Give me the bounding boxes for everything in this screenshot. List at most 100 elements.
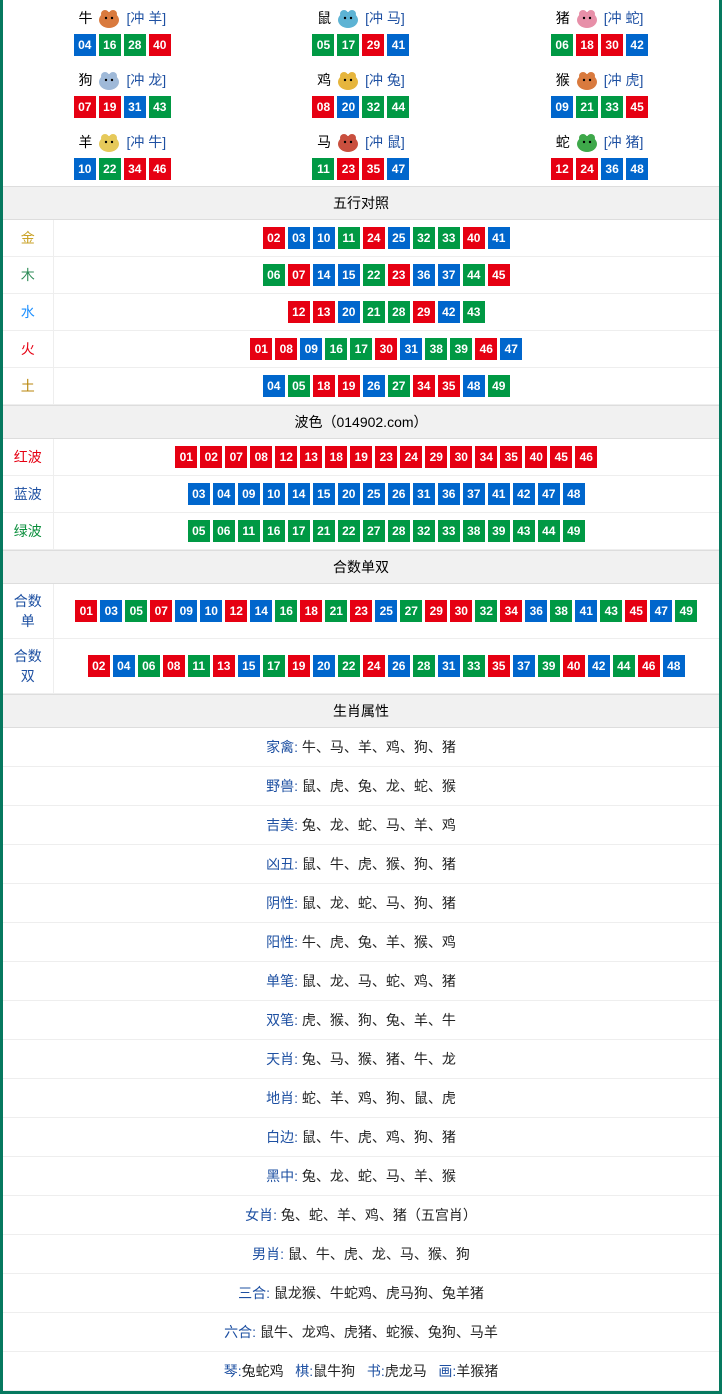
number-ball: 41 xyxy=(488,227,510,249)
number-ball: 42 xyxy=(513,483,535,505)
attr-value: 虎、猴、狗、兔、羊、牛 xyxy=(298,1012,456,1028)
attr-label: 黑中: xyxy=(266,1168,298,1184)
number-ball: 20 xyxy=(313,655,335,677)
number-ball: 06 xyxy=(213,520,235,542)
table-row: 绿波05061116172122272832333839434449 xyxy=(3,513,719,550)
number-ball: 32 xyxy=(362,96,384,118)
bose-table: 红波0102070812131819232429303435404546蓝波03… xyxy=(3,439,719,550)
number-ball: 39 xyxy=(538,655,560,677)
section-header-bose: 波色（014902.com） xyxy=(3,405,719,439)
zodiac-cell: 鸡[冲 兔]08203244 xyxy=(242,62,481,124)
number-ball: 12 xyxy=(288,301,310,323)
number-ball: 01 xyxy=(175,446,197,468)
zodiac-chong: [冲 蛇] xyxy=(604,8,644,28)
number-ball: 08 xyxy=(163,655,185,677)
number-ball: 09 xyxy=(175,600,197,622)
row-nums: 1213202128294243 xyxy=(53,294,719,331)
attr-label: 单笔: xyxy=(266,973,298,989)
number-ball: 19 xyxy=(350,446,372,468)
number-ball: 48 xyxy=(563,483,585,505)
zodiac-name: 狗 xyxy=(78,70,92,90)
number-ball: 44 xyxy=(613,655,635,677)
attr-value: 兔、马、猴、猪、牛、龙 xyxy=(298,1051,456,1067)
attr-label: 凶丑: xyxy=(266,856,298,872)
number-ball: 06 xyxy=(551,34,573,56)
number-ball: 05 xyxy=(288,375,310,397)
zodiac-猴-icon xyxy=(572,68,602,92)
attr-label: 六合: xyxy=(224,1324,256,1340)
zodiac-chong: [冲 牛] xyxy=(126,132,166,152)
section-header-heshu: 合数单双 xyxy=(3,550,719,584)
zodiac-name: 鸡 xyxy=(317,70,331,90)
number-ball: 02 xyxy=(88,655,110,677)
number-ball: 27 xyxy=(363,520,385,542)
number-ball: 43 xyxy=(463,301,485,323)
number-ball: 28 xyxy=(413,655,435,677)
number-ball: 09 xyxy=(238,483,260,505)
number-ball: 20 xyxy=(338,301,360,323)
number-ball: 15 xyxy=(238,655,260,677)
number-ball: 33 xyxy=(438,520,460,542)
number-ball: 19 xyxy=(99,96,121,118)
number-ball: 32 xyxy=(475,600,497,622)
attr-row: 黑中: 兔、龙、蛇、马、羊、猴 xyxy=(3,1157,719,1196)
number-ball: 02 xyxy=(200,446,222,468)
zodiac-name: 鼠 xyxy=(317,8,331,28)
number-ball: 11 xyxy=(238,520,260,542)
number-ball: 36 xyxy=(413,264,435,286)
row-label: 蓝波 xyxy=(3,476,53,513)
number-ball: 18 xyxy=(300,600,322,622)
number-ball: 16 xyxy=(263,520,285,542)
number-ball: 37 xyxy=(513,655,535,677)
number-ball: 20 xyxy=(338,483,360,505)
number-ball: 34 xyxy=(124,158,146,180)
number-ball: 24 xyxy=(363,655,385,677)
number-ball: 21 xyxy=(363,301,385,323)
number-ball: 12 xyxy=(551,158,573,180)
attr-row: 六合: 鼠牛、龙鸡、虎猪、蛇猴、兔狗、马羊 xyxy=(3,1313,719,1352)
number-ball: 11 xyxy=(312,158,334,180)
number-ball: 36 xyxy=(601,158,623,180)
attrs-list: 家禽: 牛、马、羊、鸡、狗、猪野兽: 鼠、虎、兔、龙、蛇、猴吉美: 兔、龙、蛇、… xyxy=(3,728,719,1352)
number-ball: 22 xyxy=(338,520,360,542)
number-ball: 14 xyxy=(250,600,272,622)
number-ball: 07 xyxy=(74,96,96,118)
number-ball: 29 xyxy=(362,34,384,56)
number-ball: 17 xyxy=(337,34,359,56)
zodiac-name: 猴 xyxy=(556,70,570,90)
number-ball: 32 xyxy=(413,227,435,249)
quad-row: 琴:兔蛇鸡 棋:鼠牛狗 书:虎龙马 画:羊猴猪 xyxy=(3,1352,719,1391)
number-ball: 28 xyxy=(388,520,410,542)
number-ball: 49 xyxy=(675,600,697,622)
zodiac-grid: 牛[冲 羊]04162840鼠[冲 马]05172941猪[冲 蛇]061830… xyxy=(3,0,719,186)
attr-label: 天肖: xyxy=(266,1051,298,1067)
number-ball: 17 xyxy=(288,520,310,542)
row-label: 火 xyxy=(3,331,53,368)
attr-value: 鼠、龙、马、蛇、鸡、猪 xyxy=(298,973,456,989)
row-nums: 0102070812131819232429303435404546 xyxy=(53,439,719,476)
number-ball: 23 xyxy=(375,446,397,468)
number-ball: 29 xyxy=(425,600,447,622)
number-ball: 18 xyxy=(576,34,598,56)
zodiac-马-icon xyxy=(333,130,363,154)
attr-value: 鼠、牛、虎、龙、马、猴、狗 xyxy=(284,1246,470,1262)
zodiac-name: 羊 xyxy=(78,132,92,152)
zodiac-name: 牛 xyxy=(78,8,92,28)
number-ball: 16 xyxy=(275,600,297,622)
number-ball: 10 xyxy=(74,158,96,180)
number-ball: 18 xyxy=(313,375,335,397)
number-ball: 04 xyxy=(263,375,285,397)
attr-row: 白边: 鼠、牛、虎、鸡、狗、猪 xyxy=(3,1118,719,1157)
number-ball: 48 xyxy=(663,655,685,677)
number-ball: 10 xyxy=(263,483,285,505)
number-ball: 40 xyxy=(525,446,547,468)
table-row: 木06071415222336374445 xyxy=(3,257,719,294)
number-ball: 24 xyxy=(576,158,598,180)
attr-value: 兔、龙、蛇、马、羊、猴 xyxy=(298,1168,456,1184)
number-ball: 35 xyxy=(438,375,460,397)
number-ball: 38 xyxy=(550,600,572,622)
number-ball: 46 xyxy=(638,655,660,677)
number-ball: 32 xyxy=(413,520,435,542)
row-nums: 05061116172122272832333839434449 xyxy=(53,513,719,550)
zodiac-chong: [冲 马] xyxy=(365,8,405,28)
